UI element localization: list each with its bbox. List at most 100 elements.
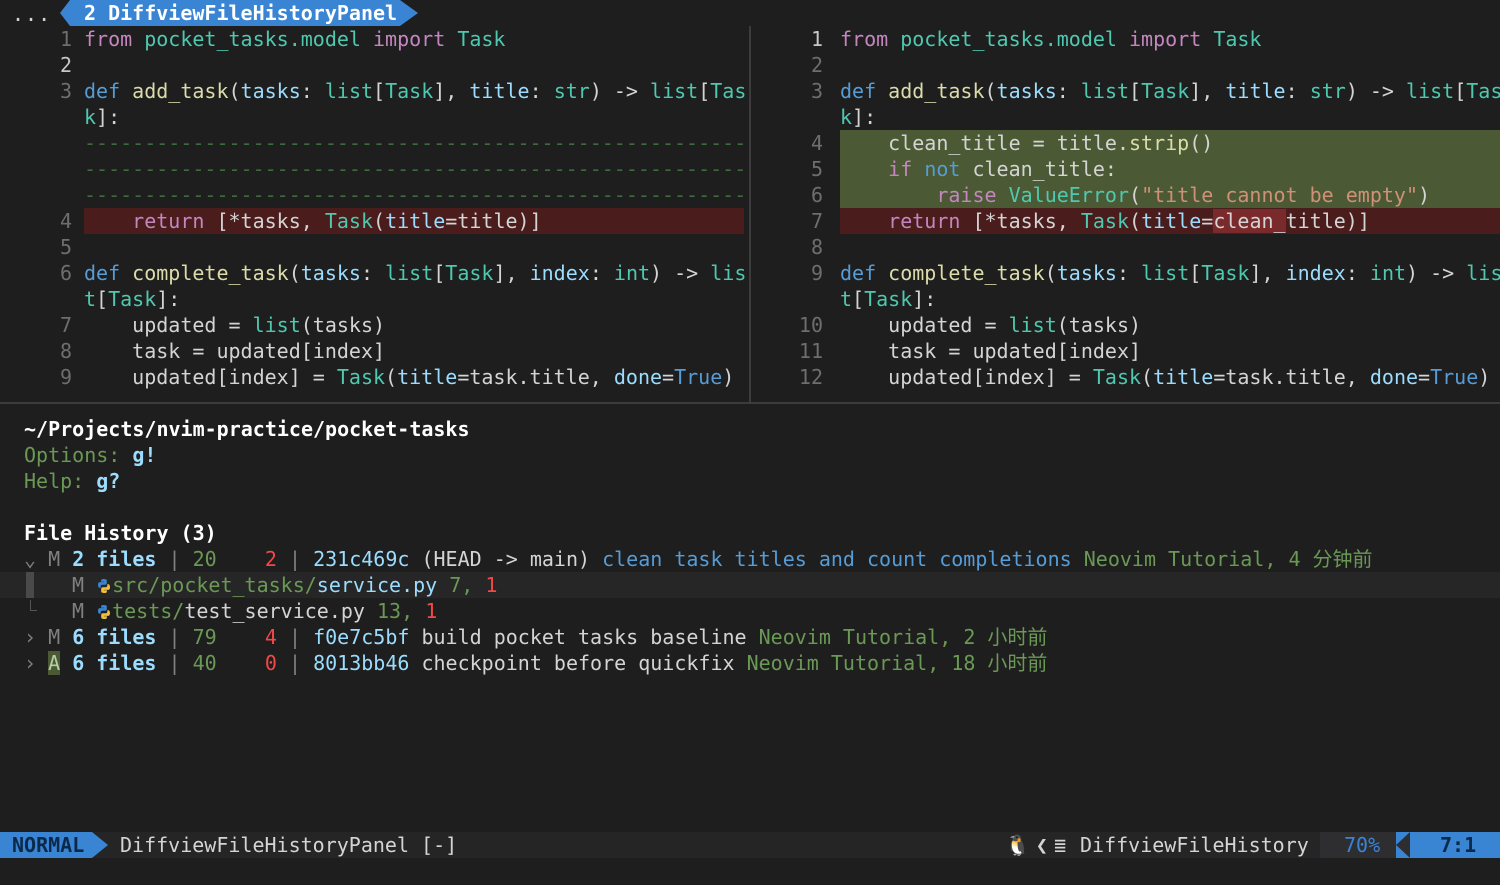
line-number: 6 (810, 183, 823, 207)
chevron-left-icon: ❮ (1035, 833, 1048, 857)
line-number: 5 (810, 157, 823, 181)
line-number: 8 (810, 235, 823, 259)
line-number: 1 (59, 27, 72, 51)
line-number: 9 (59, 365, 72, 389)
file-status: M (72, 573, 85, 597)
code-line: t[Task]: (84, 287, 181, 311)
history-title: File History (3) (24, 521, 217, 545)
commit-additions: 79 (192, 625, 217, 649)
separator: | (288, 547, 302, 571)
linux-icon: 🐧 (1005, 833, 1030, 857)
commit-deletions: 0 (264, 651, 277, 675)
python-icon (98, 579, 111, 593)
commit-files-count: 6 files (72, 651, 157, 675)
fold-closed-icon[interactable]: › (24, 625, 36, 649)
commit-hash: 8013bb46 (313, 651, 410, 675)
commit-author: Neovim Tutorial, (758, 625, 952, 649)
statusline-percent: 70% (1344, 833, 1381, 857)
separator: | (168, 547, 181, 571)
mode-indicator: NORMAL (0, 832, 92, 858)
diff-pane-old[interactable]: 1 from pocket_tasks.model import Task 2 … (0, 26, 749, 402)
code-line: def add_task(tasks: list[Task], title: s… (84, 79, 747, 103)
fold-closed-icon[interactable]: › (24, 651, 36, 675)
tab-separator-arrow-icon (400, 0, 418, 26)
statusline-filetype: DiffviewFileHistory (1080, 833, 1309, 857)
commit-additions: 20 (192, 547, 217, 571)
commit-author: Neovim Tutorial, (1083, 547, 1277, 571)
file-additions: 7, (449, 573, 474, 597)
position-separator-icon (1396, 832, 1410, 858)
file-name: service.py (316, 573, 438, 597)
code-line: def add_task(tasks: list[Task], title: s… (840, 79, 1500, 103)
file-directory: tests/ (112, 599, 185, 623)
added-code-line: if not clean_title: (840, 156, 1500, 182)
file-history-panel[interactable]: ~/Projects/nvim-practice/pocket-tasks Op… (0, 404, 1500, 832)
repo-path: ~/Projects/nvim-practice/pocket-tasks (24, 417, 470, 441)
tab-label: 2 DiffviewFileHistoryPanel (84, 1, 398, 25)
tab-overflow-indicator[interactable]: ... (12, 2, 51, 26)
help-key[interactable]: g? (96, 469, 120, 493)
commit-status: M (48, 547, 61, 571)
line-number: 7 (810, 209, 823, 233)
tree-branch-icon (30, 600, 37, 611)
python-icon (98, 605, 111, 619)
code-line: def complete_task(tasks: list[Task], ind… (84, 261, 747, 285)
command-line[interactable] (0, 858, 1500, 885)
commit-hash: f0e7c5bf (313, 625, 410, 649)
tabline: ... 2 DiffviewFileHistoryPanel (0, 0, 1500, 26)
commit-row[interactable]: › M 6 files | 79 4 | f0e7c5bf build pock… (24, 624, 1047, 650)
tab-left-edge (60, 0, 70, 26)
code-line: k]: (840, 105, 877, 129)
separator: | (288, 625, 302, 649)
code-line: k]: (84, 105, 121, 129)
deleted-code-line: return [*tasks, Task(title=title)] (84, 208, 744, 234)
tab-diffview-file-history-panel[interactable]: 2 DiffviewFileHistoryPanel (60, 0, 400, 26)
line-number: 7 (59, 313, 72, 337)
commit-age: 2 小时前 (963, 625, 1048, 649)
separator: | (288, 651, 302, 675)
code-line: t[Task]: (840, 287, 937, 311)
mode-separator-arrow-icon (92, 832, 108, 858)
file-deletions: 1 (485, 573, 498, 597)
commit-row[interactable]: ⌄ M 2 files | 20 2 | 231c469c (HEAD -> m… (24, 546, 1373, 572)
statusline-filename: DiffviewFileHistoryPanel [-] (120, 833, 458, 857)
file-deletions: 1 (425, 599, 438, 623)
diff-filler-line: ----------------------------------------… (84, 157, 749, 181)
file-directory: src/pocket_tasks/ (112, 573, 317, 597)
commit-row[interactable]: › A 6 files | 40 0 | 8013bb46 checkpoint… (24, 650, 1047, 676)
tree-cursor-marker (26, 572, 34, 598)
line-number: 12 (798, 365, 823, 389)
file-status: M (72, 599, 85, 623)
file-row[interactable]: M tests/test_service.py 13, 1 (72, 598, 437, 624)
code-line: from pocket_tasks.model import Task (840, 27, 1262, 51)
code-line: updated[index] = Task(title=task.title, … (840, 365, 1491, 389)
diff-pane-new[interactable]: 1 from pocket_tasks.model import Task 2 … (751, 26, 1500, 402)
file-row[interactable]: M src/pocket_tasks/service.py 7, 1 (72, 572, 497, 598)
line-number: 4 (59, 209, 72, 233)
help-label: Help: (24, 469, 85, 493)
fold-open-icon[interactable]: ⌄ (24, 547, 36, 571)
line-number: 5 (59, 235, 72, 259)
code-line: task = updated[index] (84, 339, 386, 363)
commit-status: A (48, 651, 61, 675)
commit-status: M (48, 625, 61, 649)
file-name: test_service.py (184, 599, 365, 623)
line-number: 10 (798, 313, 823, 337)
commit-subject: build pocket tasks baseline (421, 625, 747, 649)
added-code-line: clean_title = title.strip() (840, 130, 1500, 156)
separator: | (168, 651, 181, 675)
options-line: Options: g! (24, 442, 156, 468)
line-number: 6 (59, 261, 72, 285)
diff-filler-line: ----------------------------------------… (84, 183, 749, 207)
commit-deletions: 2 (264, 547, 277, 571)
changed-code-line: return [*tasks, Task(title=clean_title)] (840, 208, 1500, 234)
commit-additions: 40 (192, 651, 217, 675)
added-code-line: raise ValueError("title cannot be empty"… (840, 182, 1500, 208)
options-key[interactable]: g! (132, 443, 156, 467)
line-number: 1 (810, 27, 823, 51)
code-line: from pocket_tasks.model import Task (84, 27, 506, 51)
commit-files-count: 6 files (72, 625, 157, 649)
help-line: Help: g? (24, 468, 120, 494)
code-line: updated[index] = Task(title=task.title, … (84, 365, 735, 389)
statusline-icons: 🐧 ❮ ≣ (1005, 832, 1066, 858)
